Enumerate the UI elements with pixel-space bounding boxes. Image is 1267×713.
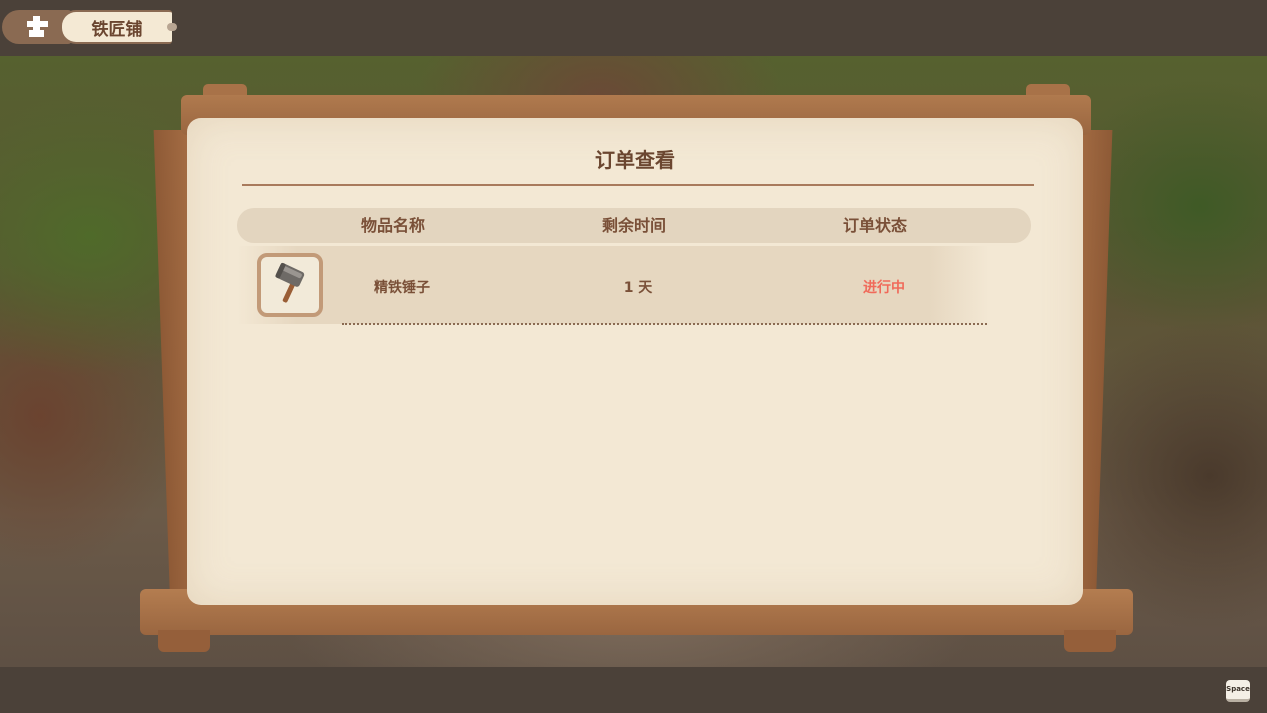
column-time-left: 剩余时间 <box>601 216 666 235</box>
hammer-icon <box>268 261 312 309</box>
panel-title: 订单查看 <box>595 148 675 172</box>
location-name: 铁匠铺 <box>60 10 172 44</box>
row-divider <box>342 323 987 325</box>
top-bar <box>0 0 1267 56</box>
column-item-name: 物品名称 <box>360 216 425 235</box>
order-view-panel: 订单查看 物品名称 剩余时间 订单状态 精铁锤子 1 天 进行中 <box>187 118 1083 605</box>
time-left: 1 天 <box>623 280 653 296</box>
title-divider <box>242 184 1034 186</box>
frame-foot-right <box>1064 630 1116 652</box>
table-header: 物品名称 剩余时间 订单状态 <box>237 208 1031 243</box>
table-row[interactable]: 精铁锤子 1 天 进行中 <box>237 246 989 324</box>
frame-foot-left <box>158 630 210 652</box>
item-slot[interactable] <box>257 253 323 317</box>
bottom-bar <box>0 667 1267 713</box>
order-status: 进行中 <box>863 280 905 296</box>
column-order-status: 订单状态 <box>842 216 907 235</box>
item-name: 精铁锤子 <box>374 280 430 296</box>
tag-knob <box>167 23 177 31</box>
location-tag: 铁匠铺 <box>2 10 177 44</box>
space-key-hint[interactable]: Space <box>1226 680 1250 702</box>
